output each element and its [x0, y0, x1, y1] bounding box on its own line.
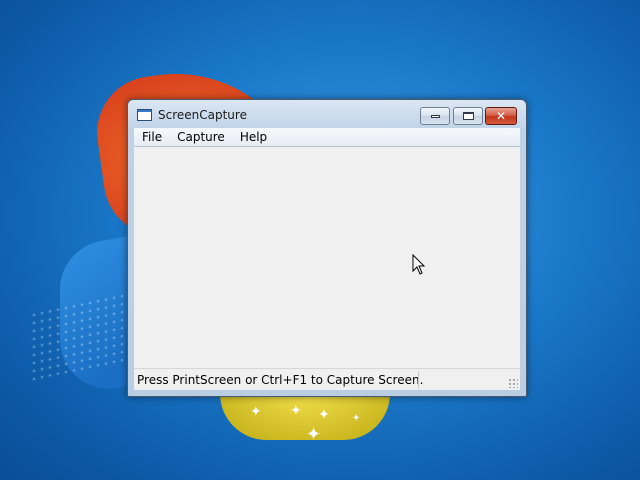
menu-bar: File Capture Help	[134, 128, 520, 147]
minimize-button[interactable]	[420, 107, 450, 125]
maximize-icon	[462, 112, 474, 120]
close-button[interactable]: ✕	[485, 107, 517, 125]
resize-grip-icon[interactable]	[508, 378, 518, 388]
menu-help[interactable]: Help	[233, 130, 274, 144]
title-bar[interactable]: ScreenCapture ✕	[128, 100, 526, 128]
mouse-cursor-icon	[412, 254, 426, 275]
status-divider	[418, 371, 419, 389]
close-icon: ✕	[495, 109, 507, 123]
sparkle-icon: ✦	[306, 424, 322, 445]
sparkle-icon: ✦	[352, 413, 361, 424]
client-area[interactable]	[134, 147, 520, 368]
screencapture-window[interactable]: ScreenCapture ✕ File Capture Help Press …	[127, 99, 527, 397]
status-message: Press PrintScreen or Ctrl+F1 to Capture …	[137, 373, 424, 387]
maximize-button[interactable]	[453, 107, 483, 125]
menu-file[interactable]: File	[135, 130, 169, 144]
window-title: ScreenCapture	[158, 108, 247, 122]
minimize-icon	[430, 114, 440, 118]
sparkle-icon: ✦	[250, 404, 262, 420]
menu-capture[interactable]: Capture	[170, 130, 232, 144]
sparkle-icon: ✦	[290, 403, 302, 419]
app-window-icon	[137, 109, 152, 121]
sparkle-icon: ✦	[318, 407, 330, 423]
status-bar: Press PrintScreen or Ctrl+F1 to Capture …	[134, 368, 520, 390]
